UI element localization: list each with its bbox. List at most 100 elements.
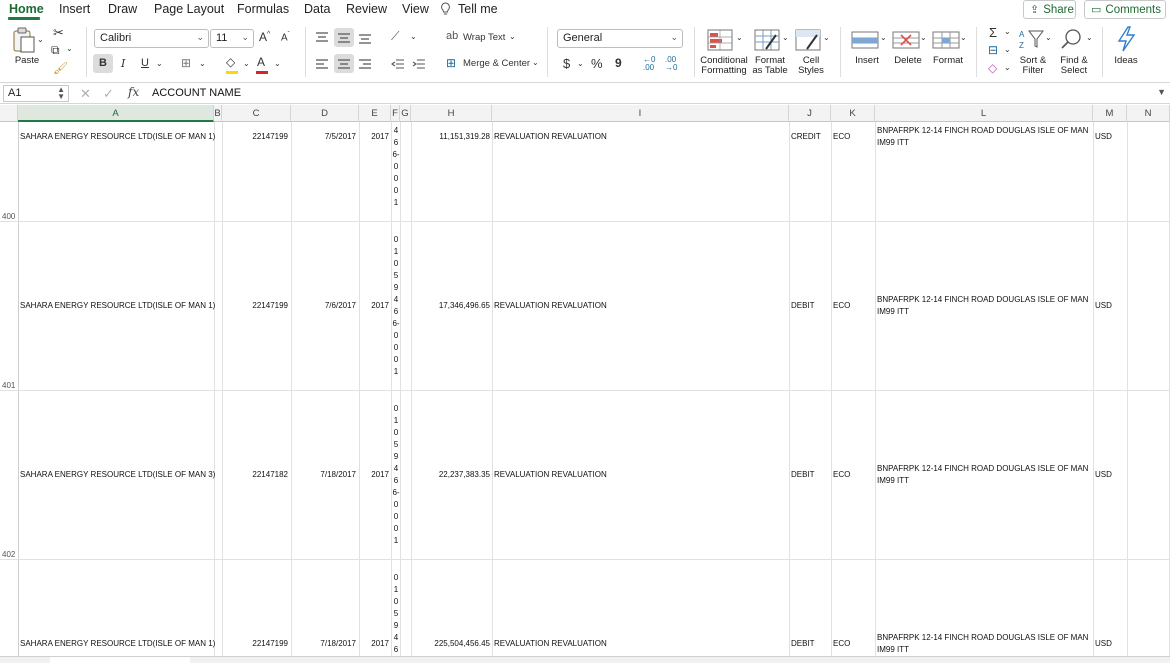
f-cell-char[interactable]: 4 (392, 126, 400, 135)
date-cell[interactable]: 7/18/2017 (293, 470, 356, 479)
f-cell-char[interactable]: 6 (392, 138, 400, 147)
sheet-tab-active[interactable] (50, 657, 190, 663)
format-cells-icon[interactable] (932, 30, 960, 55)
f-cell-char[interactable]: 1 (392, 416, 400, 425)
account-name-cell[interactable]: SAHARA ENERGY RESOURCE LTD(ISLE OF MAN 3… (20, 470, 215, 479)
code-cell[interactable]: ECO (833, 132, 850, 141)
date-cell[interactable]: 7/5/2017 (293, 132, 356, 141)
column-header-f[interactable]: F (391, 105, 400, 122)
conditional-formatting-icon[interactable] (707, 29, 733, 56)
cancel-icon[interactable]: ✕ (80, 86, 91, 102)
chevron-down-icon[interactable]: ⌄ (1086, 33, 1093, 42)
column-header-l[interactable]: L (875, 105, 1093, 122)
tab-insert[interactable]: Insert (59, 2, 90, 16)
number-format-select[interactable]: General ⌄ (557, 29, 683, 48)
percent-button[interactable]: % (591, 56, 603, 71)
f-cell-char[interactable]: 4 (392, 633, 400, 642)
column-header-n[interactable]: N (1127, 105, 1170, 122)
tab-home[interactable]: Home (9, 2, 44, 16)
column-header-g[interactable]: G (400, 105, 411, 122)
f-cell-char[interactable]: 4 (392, 464, 400, 473)
tab-formulas[interactable]: Formulas (237, 2, 289, 16)
comma-style-button[interactable]: 9 (615, 56, 622, 70)
code-cell[interactable]: ECO (833, 639, 850, 648)
chevron-down-icon[interactable]: ⌄ (577, 59, 584, 68)
f-cell-char[interactable]: 1 (392, 247, 400, 256)
f-cell-char[interactable]: 0 (392, 235, 400, 244)
f-cell-char[interactable]: 0 (392, 186, 400, 195)
chevron-down-icon[interactable]: ⌄ (410, 32, 417, 41)
account-name-cell[interactable]: SAHARA ENERGY RESOURCE LTD(ISLE OF MAN 1… (20, 132, 215, 141)
address-line2[interactable]: IM99 ITT (877, 307, 909, 316)
account-number-cell[interactable]: 22147199 (224, 132, 288, 141)
f-cell-char[interactable]: 0 (392, 428, 400, 437)
underline-button[interactable]: U (141, 57, 149, 69)
wrap-text-icon[interactable]: ab (446, 30, 458, 42)
autosum-icon[interactable]: Σ (989, 25, 997, 40)
chevron-down-icon[interactable]: ⌄ (156, 59, 163, 68)
copy-icon[interactable]: ⧉ (51, 43, 60, 58)
chevron-down-icon[interactable]: ⌄ (199, 59, 206, 68)
paste-dropdown-icon[interactable]: ⌄ (37, 35, 44, 44)
column-header-a[interactable]: A (18, 105, 214, 122)
italic-button[interactable]: I (121, 57, 125, 70)
align-right-icon[interactable] (358, 57, 372, 75)
code-cell[interactable]: ECO (833, 470, 850, 479)
chevron-down-icon[interactable]: ⌄ (920, 33, 927, 42)
name-box-stepper-icon[interactable]: ▲ ▼ (57, 86, 65, 101)
f-cell-char[interactable]: 0 (392, 343, 400, 352)
column-header-b[interactable]: B (214, 105, 222, 122)
tell-me-search[interactable]: Tell me (458, 2, 498, 16)
borders-icon[interactable]: ⊞ (181, 56, 191, 70)
address-line1[interactable]: BNPAFRPK 12-14 FINCH ROAD DOUGLAS ISLE O… (877, 295, 1088, 304)
address-line2[interactable]: IM99 ITT (877, 645, 909, 654)
column-header-m[interactable]: M (1093, 105, 1127, 122)
f-cell-char[interactable]: 6- (392, 488, 400, 497)
formula-input[interactable]: ACCOUNT NAME (152, 87, 241, 99)
f-cell-char[interactable]: 0 (392, 355, 400, 364)
address-line2[interactable]: IM99 ITT (877, 138, 909, 147)
grow-font-icon[interactable]: A^ (259, 30, 270, 44)
wrap-text-button[interactable]: Wrap Text (463, 32, 505, 43)
chevron-down-icon[interactable]: ⌄ (1004, 45, 1011, 54)
merge-center-button[interactable]: Merge & Center (463, 58, 530, 69)
year-cell[interactable]: 2017 (361, 301, 389, 310)
column-header-k[interactable]: K (831, 105, 875, 122)
chevron-down-icon[interactable]: ⌄ (532, 58, 539, 67)
year-cell[interactable]: 2017 (361, 639, 389, 648)
chevron-down-icon[interactable]: ⌄ (823, 33, 830, 42)
type-cell[interactable]: DEBIT (791, 470, 815, 479)
chevron-down-icon[interactable]: ⌄ (243, 59, 250, 68)
comments-button[interactable]: ▭ Comments (1084, 0, 1166, 19)
format-as-table-icon[interactable] (754, 29, 780, 56)
chevron-down-icon[interactable]: ⌄ (880, 33, 887, 42)
search-icon[interactable] (1060, 27, 1084, 56)
ideas-icon[interactable] (1115, 26, 1137, 57)
description-cell[interactable]: REVALUATION REVALUATION (494, 470, 607, 479)
date-cell[interactable]: 7/18/2017 (293, 639, 356, 648)
account-name-cell[interactable]: SAHARA ENERGY RESOURCE LTD(ISLE OF MAN 1… (20, 301, 215, 310)
column-header-e[interactable]: E (359, 105, 391, 122)
f-cell-char[interactable]: 0 (392, 162, 400, 171)
currency-cell[interactable]: USD (1095, 639, 1112, 648)
tab-data[interactable]: Data (304, 2, 330, 16)
cell-styles-icon[interactable] (795, 29, 821, 56)
fill-color-icon[interactable]: ◇ (226, 55, 235, 69)
column-header-c[interactable]: C (222, 105, 291, 122)
row-header[interactable]: 401 (0, 381, 18, 390)
amount-cell[interactable]: 11,151,319.28 (413, 132, 490, 141)
align-left-icon[interactable] (315, 57, 329, 75)
decrease-indent-icon[interactable] (391, 57, 405, 75)
f-cell-char[interactable]: 0 (392, 259, 400, 268)
f-cell-char[interactable]: 6- (392, 150, 400, 159)
date-cell[interactable]: 7/6/2017 (293, 301, 356, 310)
sort-filter-icon[interactable]: AZ (1019, 27, 1045, 56)
spreadsheet-grid[interactable]: 4 0 0 SAHARA ENERGY RESOURCE LTD(ISLE OF M… (0, 122, 1170, 663)
f-cell-char[interactable]: 4 (392, 295, 400, 304)
f-cell-char[interactable]: 5 (392, 271, 400, 280)
currency-cell[interactable]: USD (1095, 301, 1112, 310)
f-cell-char[interactable]: 5 (392, 440, 400, 449)
increase-indent-icon[interactable] (412, 57, 426, 75)
font-size-select[interactable]: 11 ⌄ (210, 29, 254, 48)
chevron-down-icon[interactable]: ⌄ (736, 33, 743, 42)
